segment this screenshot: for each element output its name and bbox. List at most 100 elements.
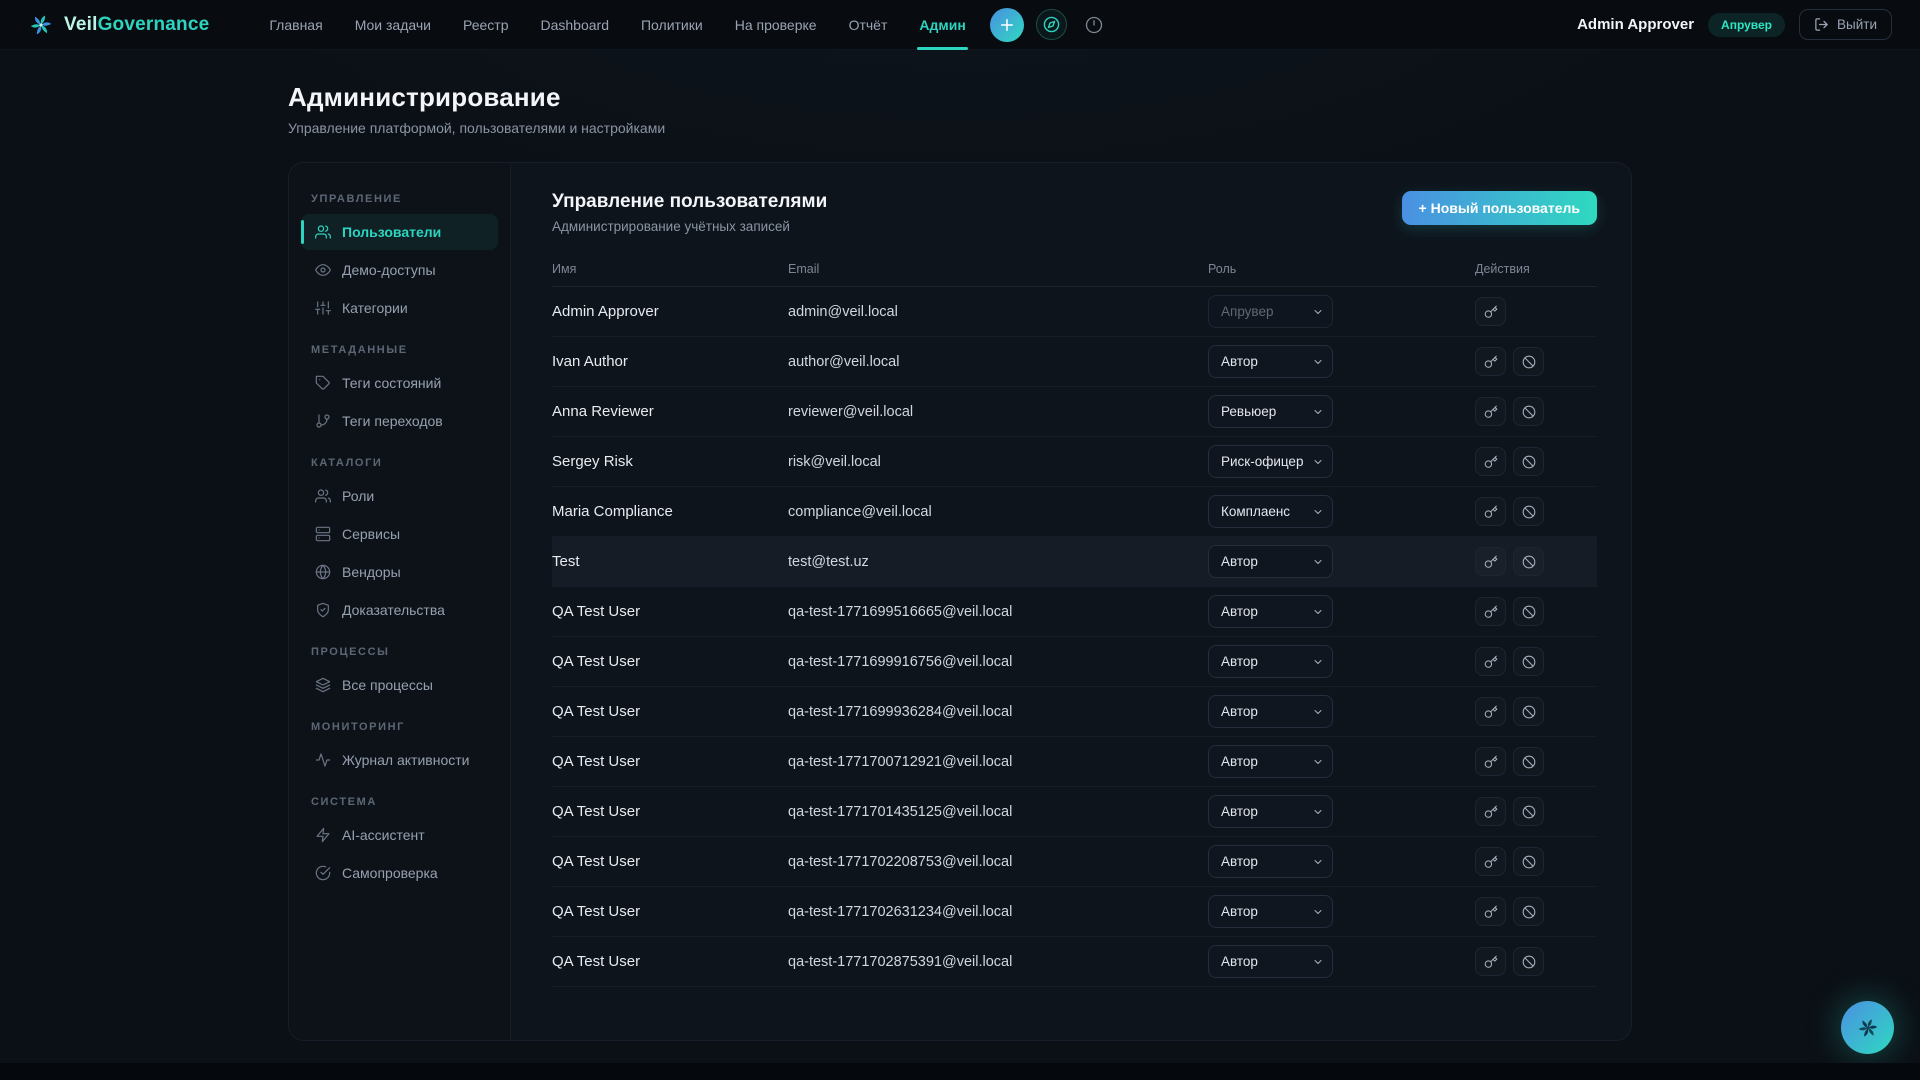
reset-password-button[interactable] [1475,947,1506,976]
role-select[interactable]: Автор [1208,945,1333,978]
reset-password-button[interactable] [1475,497,1506,526]
globe-icon [315,564,331,580]
users-panel: Управление пользователями Администрирова… [511,163,1631,1040]
block-user-button[interactable] [1513,497,1544,526]
block-user-button[interactable] [1513,747,1544,776]
bottom-strip [0,1063,1920,1080]
reset-password-button[interactable] [1475,797,1506,826]
sidebar-item-0-1[interactable]: Демо-доступы [301,252,498,288]
sidebar-item-2-1[interactable]: Сервисы [301,516,498,552]
ban-icon [1522,555,1536,569]
create-button[interactable] [990,8,1024,42]
nav-item-0[interactable]: Главная [255,0,336,50]
ban-icon [1522,655,1536,669]
user-actions-cell [1475,797,1597,826]
user-actions-cell [1475,547,1597,576]
nav-item-6[interactable]: Отчёт [835,0,902,50]
sidebar-section-title: КАТАЛОГИ [311,457,488,469]
sidebar-item-1-0[interactable]: Теги состояний [301,365,498,401]
role-select[interactable]: Автор [1208,845,1333,878]
nav-item-2[interactable]: Реестр [449,0,523,50]
role-select[interactable]: Автор [1208,345,1333,378]
table-row: Maria Compliancecompliance@veil.localКом… [552,487,1597,537]
block-user-button[interactable] [1513,397,1544,426]
reset-password-button[interactable] [1475,547,1506,576]
sidebar-item-label: Категории [342,300,408,316]
reset-password-button[interactable] [1475,897,1506,926]
nav-item-1[interactable]: Мои задачи [341,0,445,50]
block-user-button[interactable] [1513,447,1544,476]
role-select[interactable]: Автор [1208,695,1333,728]
user-email-cell: qa-test-1771702208753@veil.local [788,854,1208,870]
role-select[interactable]: Автор [1208,795,1333,828]
role-select[interactable]: Комплаенс [1208,495,1333,528]
key-icon [1484,955,1498,969]
sidebar-item-5-0[interactable]: AI-ассистент [301,817,498,853]
assistant-fab[interactable] [1841,1001,1894,1054]
page-subtitle: Управление платформой, пользователями и … [288,120,1632,136]
sidebar-item-label: Журнал активности [342,752,469,768]
sidebar-item-2-2[interactable]: Вендоры [301,554,498,590]
reset-password-button[interactable] [1475,397,1506,426]
role-select[interactable]: Автор [1208,645,1333,678]
sidebar-item-3-0[interactable]: Все процессы [301,667,498,703]
reset-password-button[interactable] [1475,447,1506,476]
sidebar-item-1-1[interactable]: Теги переходов [301,403,498,439]
key-icon [1484,805,1498,819]
key-icon [1484,355,1498,369]
block-user-button[interactable] [1513,897,1544,926]
reset-password-button[interactable] [1475,697,1506,726]
role-select[interactable]: Автор [1208,745,1333,778]
brand[interactable]: VeilGovernance [28,12,209,38]
sidebar-item-2-3[interactable]: Доказательства [301,592,498,628]
block-user-button[interactable] [1513,547,1544,576]
reset-password-button[interactable] [1475,747,1506,776]
block-user-button[interactable] [1513,697,1544,726]
logout-button[interactable]: Выйти [1799,9,1892,40]
block-user-button[interactable] [1513,847,1544,876]
reset-password-button[interactable] [1475,297,1506,326]
reset-password-button[interactable] [1475,647,1506,676]
sidebar-item-0-2[interactable]: Категории [301,290,498,326]
role-select[interactable]: Автор [1208,595,1333,628]
sidebar-section-title: УПРАВЛЕНИЕ [311,193,488,205]
role-select[interactable]: Ревьюер [1208,395,1333,428]
explore-button[interactable] [1036,9,1067,40]
sidebar-item-4-0[interactable]: Журнал активности [301,742,498,778]
history-button[interactable] [1079,10,1109,40]
table-row: Anna Reviewerreviewer@veil.localРевьюер [552,387,1597,437]
sidebar-item-2-0[interactable]: Роли [301,478,498,514]
user-actions-cell [1475,647,1597,676]
sidebar-item-label: Теги состояний [342,375,441,391]
table-row: QA Test Userqa-test-1771701435125@veil.l… [552,787,1597,837]
assistant-logo-icon [1856,1016,1880,1040]
role-select[interactable]: Риск-офицер [1208,445,1333,478]
nav-item-5[interactable]: На проверке [721,0,831,50]
ban-icon [1522,605,1536,619]
user-name-cell: QA Test User [552,953,788,970]
block-user-button[interactable] [1513,597,1544,626]
block-user-button[interactable] [1513,347,1544,376]
role-select[interactable]: Автор [1208,545,1333,578]
new-user-button[interactable]: + Новый пользователь [1402,191,1597,225]
block-user-button[interactable] [1513,797,1544,826]
block-user-button[interactable] [1513,647,1544,676]
reset-password-button[interactable] [1475,847,1506,876]
sidebar-item-5-1[interactable]: Самопроверка [301,855,498,891]
brand-suffix: Governance [98,14,210,35]
sidebar-item-0-0[interactable]: Пользователи [301,214,498,250]
sidebar-item-label: Вендоры [342,564,401,580]
nav-item-3[interactable]: Dashboard [526,0,623,50]
users-table-body: Admin Approveradmin@veil.localАпруверIva… [552,287,1597,987]
ban-icon [1522,755,1536,769]
reset-password-button[interactable] [1475,347,1506,376]
nav-item-7[interactable]: Админ [905,0,979,50]
key-icon [1484,905,1498,919]
git-branch-icon [315,413,331,429]
role-select[interactable]: Автор [1208,895,1333,928]
reset-password-button[interactable] [1475,597,1506,626]
block-user-button[interactable] [1513,947,1544,976]
user-role-cell: Комплаенс [1208,495,1475,528]
nav-item-4[interactable]: Политики [627,0,717,50]
role-select[interactable]: Апрувер [1208,295,1333,328]
